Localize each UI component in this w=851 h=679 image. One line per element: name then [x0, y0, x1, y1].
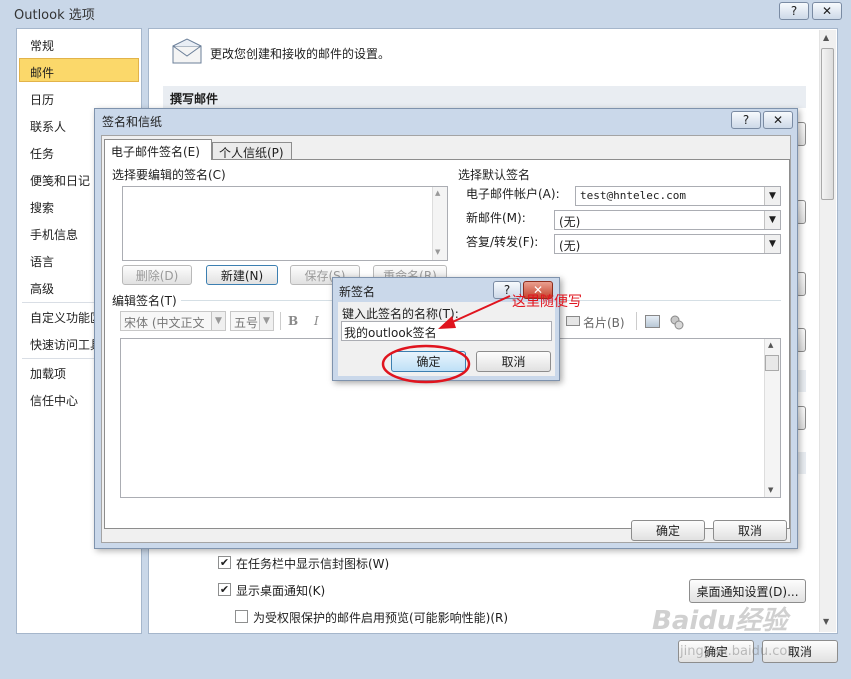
annotation-text: 这里随便写 — [512, 294, 582, 310]
tab-email-signature[interactable]: 电子邮件签名(E) — [104, 139, 212, 160]
baidu-watermark-url: jingyan.baidu.com — [680, 644, 800, 659]
baidu-watermark: Baidu经验 — [652, 606, 788, 636]
red-annotation-overlay — [381, 295, 511, 384]
